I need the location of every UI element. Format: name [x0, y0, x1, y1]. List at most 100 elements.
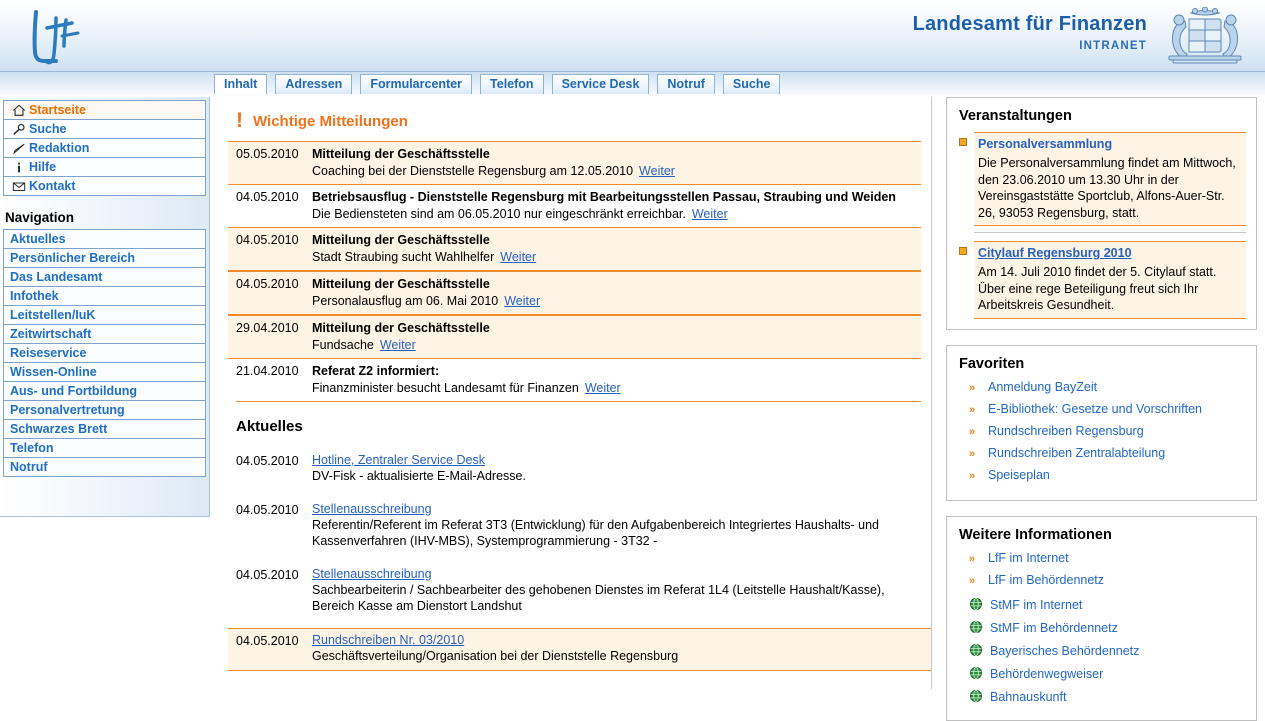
mitteilung-date: 21.04.2010	[236, 364, 299, 378]
link-label[interactable]: StMF im Behördennetz	[990, 621, 1118, 635]
link-label[interactable]: Speiseplan	[988, 468, 1050, 482]
aktuelles-link[interactable]: Rundschreiben Nr. 03/2010	[312, 633, 464, 647]
veranstaltung-link[interactable]: Personalversammlung	[978, 137, 1112, 151]
favoriten-panel: Favoriten » Anmeldung BayZeit » E-Bibliothe…	[946, 344, 1257, 501]
page-header: Landesamt für Finanzen INTRANET	[0, 0, 1265, 72]
list-item[interactable]: » Rundschreiben Regensburg	[969, 424, 1246, 440]
sidebar-item-reiseservice[interactable]: Reiseservice	[4, 344, 205, 363]
tab-telefon[interactable]: Telefon	[480, 74, 544, 94]
link-label[interactable]: Rundschreiben Zentralabteilung	[988, 446, 1165, 460]
double-arrow-icon: »	[969, 381, 976, 394]
sidebar-item-wissen-online[interactable]: Wissen-Online	[4, 363, 205, 382]
weitere-informationen-title: Weitere Informationen	[959, 526, 1112, 543]
weiter-link[interactable]: Weiter	[380, 338, 416, 352]
mitteilung-row: 04.05.2010 Mitteilung der Geschäftsstelle…	[228, 271, 921, 315]
main-content: ! Wichtige Mitteilungen 05.05.2010 Mittei…	[210, 97, 932, 689]
tab-suche[interactable]: Suche	[722, 74, 781, 94]
mitteilung-text-value: Coaching bei der Dienststelle Regensburg…	[312, 164, 634, 178]
sidebar-item-zeitwirtschaft[interactable]: Zeitwirtschaft	[4, 325, 205, 344]
mitteilung-headline: Betriebsausflug - Dienststelle Regensbur…	[312, 190, 896, 204]
aktuelles-row: 04.05.2010 Stellenausschreibung Referentin…	[228, 498, 931, 555]
list-item[interactable]: Behördenwegweiser	[969, 664, 1246, 681]
list-item[interactable]: » Rundschreiben Zentralabteilung	[969, 446, 1246, 462]
sidebar-item-infothek[interactable]: Infothek	[4, 287, 205, 306]
sidebar-item-das-landesamt[interactable]: Das Landesamt	[4, 268, 205, 287]
link-label[interactable]: E-Bibliothek: Gesetze und Vorschriften	[988, 402, 1202, 416]
list-item[interactable]: » Anmeldung BayZeit	[969, 380, 1246, 396]
right-sidebar: Veranstaltungen Personalversammlung Die P…	[932, 97, 1265, 721]
sidebar-item-persönlicher-bereich[interactable]: Persönlicher Bereich	[4, 249, 205, 268]
sidebar-quicklink-hilfe[interactable]: Hilfe	[4, 158, 205, 177]
sidebar-item-telefon[interactable]: Telefon	[4, 439, 205, 458]
mitteilung-headline: Referat Z2 informiert:	[312, 364, 440, 378]
aktuelles-body: Rundschreiben Nr. 03/2010 Geschäftsvertei…	[312, 633, 931, 664]
veranstaltung-link[interactable]: Citylauf Regensburg 2010	[978, 246, 1132, 260]
exclamation-icon: !	[236, 109, 243, 132]
sidebar-item-leitstellen-iuk[interactable]: Leitstellen/IuK	[4, 306, 205, 325]
sidebar-item-aktuelles[interactable]: Aktuelles	[4, 230, 205, 249]
aktuelles-row: 04.05.2010 Hotline, Zentraler Service Des…	[228, 449, 931, 490]
row-spacer	[228, 620, 931, 628]
quicklink-label: Suche	[29, 122, 67, 136]
mitteilung-date: 04.05.2010	[236, 233, 299, 247]
link-label[interactable]: Bayerisches Behördennetz	[990, 644, 1139, 658]
mitteilung-text: Stadt Straubing sucht Wahlhelfer Weiter	[312, 249, 921, 265]
wichtige-mitteilungen-list: 05.05.2010 Mitteilung der Geschäftsstelle…	[228, 141, 921, 401]
link-label[interactable]: Rundschreiben Regensburg	[988, 424, 1144, 438]
aktuelles-link[interactable]: Hotline, Zentraler Service Desk	[312, 453, 485, 467]
list-item[interactable]: StMF im Internet	[969, 595, 1246, 612]
globe-icon	[969, 643, 983, 657]
tab-service-desk[interactable]: Service Desk	[551, 74, 650, 94]
mitteilung-body: Referat Z2 informiert: Finanzminister bes…	[312, 363, 921, 396]
aktuelles-link[interactable]: Stellenausschreibung	[312, 502, 432, 516]
aktuelles-date: 04.05.2010	[236, 503, 299, 517]
globe-icon	[969, 666, 983, 680]
list-item[interactable]: » Speiseplan	[969, 468, 1246, 484]
tab-notruf[interactable]: Notruf	[657, 74, 715, 94]
aktuelles-date: 04.05.2010	[236, 634, 299, 648]
link-label[interactable]: StMF im Internet	[990, 598, 1082, 612]
tab-formularcenter[interactable]: Formularcenter	[360, 74, 473, 94]
sidebar-quicklink-startseite[interactable]: Startseite	[4, 101, 205, 120]
tab-inhalt[interactable]: Inhalt	[214, 74, 268, 94]
weitere-informationen-list: » LfF im Internet » LfF im Behördennetz StMF…	[957, 551, 1246, 704]
list-item[interactable]: Bayerisches Behördennetz	[969, 641, 1246, 658]
sidebar-item-personalvertretung[interactable]: Personalvertretung	[4, 401, 205, 420]
list-item[interactable]: » LfF im Internet	[969, 551, 1246, 567]
aktuelles-link[interactable]: Stellenausschreibung	[312, 567, 432, 581]
link-label[interactable]: Anmeldung BayZeit	[988, 380, 1097, 394]
search-icon	[9, 122, 29, 136]
mitteilung-headline: Mitteilung der Geschäftsstelle	[312, 321, 490, 335]
tab-adressen[interactable]: Adressen	[275, 74, 353, 94]
link-label[interactable]: Behördenwegweiser	[990, 667, 1103, 681]
link-label[interactable]: LfF im Behördennetz	[988, 573, 1104, 587]
page-title: Landesamt für Finanzen	[912, 13, 1147, 35]
weiter-link[interactable]: Weiter	[692, 207, 728, 221]
list-item[interactable]: » LfF im Behördennetz	[969, 573, 1246, 589]
list-item[interactable]: StMF im Behördennetz	[969, 618, 1246, 635]
aktuelles-body: Stellenausschreibung Sachbearbeiterin / S…	[312, 567, 931, 614]
weiter-link[interactable]: Weiter	[585, 381, 621, 395]
weiter-link[interactable]: Weiter	[504, 294, 540, 308]
sidebar-item-schwarzes-brett[interactable]: Schwarzes Brett	[4, 420, 205, 439]
link-label[interactable]: Bahnauskunft	[990, 690, 1066, 704]
sidebar-quicklink-redaktion[interactable]: Redaktion	[4, 139, 205, 158]
row-spacer	[228, 555, 931, 563]
weitere-informationen-panel: Weitere Informationen » LfF im Internet » L…	[946, 515, 1257, 721]
link-label[interactable]: LfF im Internet	[988, 551, 1069, 565]
sidebar-quicklink-suche[interactable]: Suche	[4, 120, 205, 139]
main-tabbar: Inhalt Adressen Formularcenter Telefon Servi…	[0, 72, 1265, 97]
list-item[interactable]: Bahnauskunft	[969, 687, 1246, 704]
mitteilung-text-value: Stadt Straubing sucht Wahlhelfer	[312, 250, 495, 264]
sidebar-item-aus-und-fortbildung[interactable]: Aus- und Fortbildung	[4, 382, 205, 401]
weiter-link[interactable]: Weiter	[500, 250, 536, 264]
mitteilung-date: 29.04.2010	[236, 321, 299, 335]
row-spacer	[228, 490, 931, 498]
bullet-square-icon	[959, 247, 967, 255]
sidebar-item-notruf[interactable]: Notruf	[4, 458, 205, 477]
sidebar-quicklink-kontakt[interactable]: Kontakt	[4, 177, 205, 196]
mitteilung-body: Mitteilung der Geschäftsstelle Coaching b…	[312, 146, 921, 179]
weiter-link[interactable]: Weiter	[639, 164, 675, 178]
list-item[interactable]: » E-Bibliothek: Gesetze und Vorschriften	[969, 402, 1246, 418]
quicklink-label: Redaktion	[29, 141, 90, 155]
